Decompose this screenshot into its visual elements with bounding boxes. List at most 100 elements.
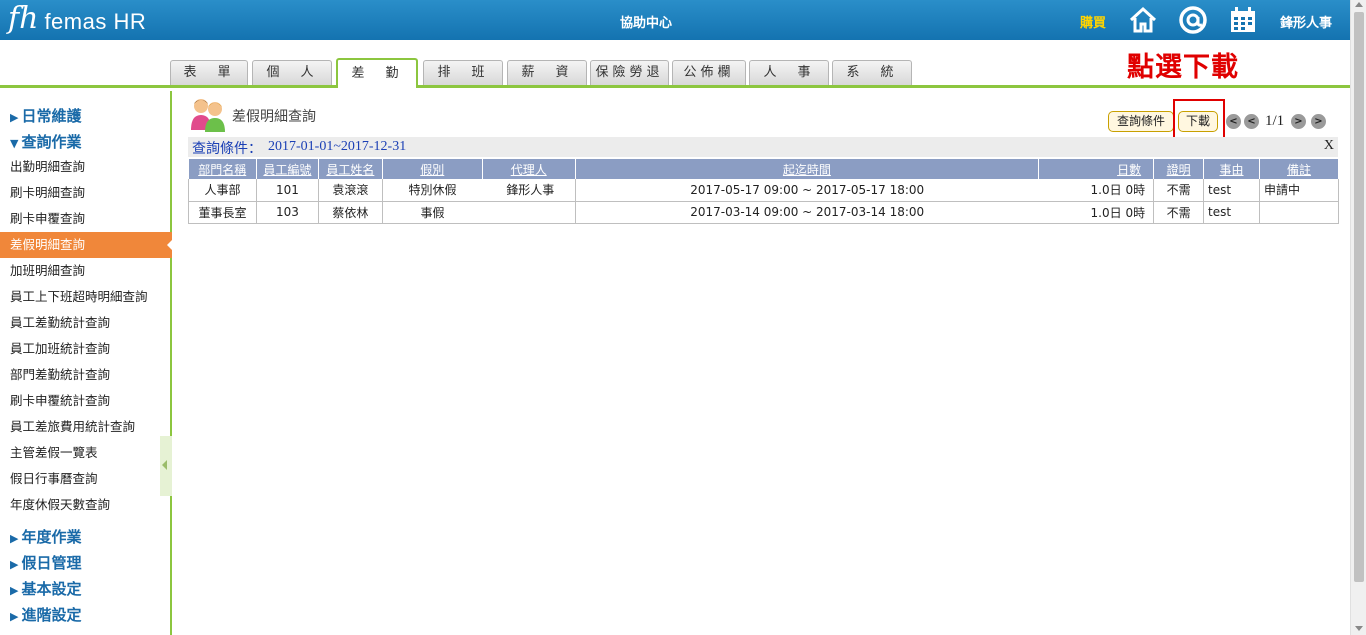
scroll-down-icon[interactable] xyxy=(1355,626,1363,631)
sidebar-section-label: 進階設定 xyxy=(21,606,82,624)
column-header[interactable]: 部門名稱 xyxy=(188,159,257,179)
chevron-right-icon: ▶ xyxy=(10,111,19,124)
sidebar-item-swipe-appeal[interactable]: 刷卡申覆查詢 xyxy=(0,206,170,232)
table-cell: 1.0日 0時 xyxy=(1038,201,1155,224)
tab-personal[interactable]: 個 人 xyxy=(252,60,332,85)
calendar-icon[interactable] xyxy=(1228,5,1258,35)
tab-forms[interactable]: 表 單 xyxy=(170,60,248,85)
main-tabs: 表 單 個 人 差 勤 排 班 薪 資 保險勞退 公佈欄 人 事 系 統 點選下… xyxy=(0,40,1350,88)
criteria-label: 查詢條件： xyxy=(192,141,262,157)
sidebar-section-label: 查詢作業 xyxy=(21,133,82,151)
table-cell: 蔡依林 xyxy=(318,201,383,224)
home-icon[interactable] xyxy=(1128,5,1158,35)
column-header[interactable]: 員工姓名 xyxy=(318,159,383,179)
email-icon[interactable] xyxy=(1178,5,1208,35)
logo-mark: fh xyxy=(8,1,39,36)
table-cell: 2017-05-17 09:00 ~ 2017-05-17 18:00 xyxy=(575,179,1039,202)
sidebar-item-swipe-appeal-stats[interactable]: 刷卡申覆統計查詢 xyxy=(0,388,170,414)
table-cell: 103 xyxy=(256,201,319,224)
table-cell: test xyxy=(1203,179,1261,202)
people-icon xyxy=(191,99,225,132)
tab-scheduling[interactable]: 排 班 xyxy=(423,60,503,85)
chevron-right-icon: ▶ xyxy=(10,532,19,545)
sidebar-item-attendance-detail[interactable]: 出勤明細查詢 xyxy=(0,154,170,180)
scroll-up-icon[interactable] xyxy=(1355,2,1363,7)
sidebar-section-label: 日常維護 xyxy=(21,107,82,125)
column-header[interactable]: 日數 xyxy=(1038,159,1155,179)
criteria-bar: 查詢條件： 2017-01-01~2017-12-31 X xyxy=(188,137,1338,157)
column-header[interactable]: 員工編號 xyxy=(256,159,319,179)
close-icon[interactable]: X xyxy=(1324,138,1334,154)
chevron-down-icon: ▼ xyxy=(10,137,19,150)
table-cell: 袁滾滾 xyxy=(318,179,383,202)
prev-page-icon[interactable]: < xyxy=(1244,114,1259,129)
tab-insurance[interactable]: 保險勞退 xyxy=(590,60,669,85)
criteria-value: 2017-01-01~2017-12-31 xyxy=(268,139,407,154)
page-scrollbar[interactable] xyxy=(1350,0,1366,635)
femas-logo[interactable]: fh femas HR xyxy=(8,4,146,34)
column-header[interactable]: 假別 xyxy=(382,159,483,179)
column-header[interactable]: 事由 xyxy=(1203,159,1261,179)
sidebar-item-overtime-detail[interactable]: 加班明細查詢 xyxy=(0,258,170,284)
sidebar-item-manager-leave-list[interactable]: 主管差假一覽表 xyxy=(0,440,170,466)
tab-attendance[interactable]: 差 勤 xyxy=(336,58,418,88)
table-cell xyxy=(482,201,576,224)
download-highlight-box xyxy=(1173,99,1225,139)
table-cell: 不需 xyxy=(1153,179,1205,202)
sidebar-item-annual-leave-days[interactable]: 年度休假天數查詢 xyxy=(0,492,170,518)
table-cell: 人事部 xyxy=(188,179,257,202)
tab-hr[interactable]: 人 事 xyxy=(749,60,829,85)
tab-bulletin[interactable]: 公佈欄 xyxy=(672,60,746,85)
sidebar-section-daily[interactable]: ▶ 日常維護 xyxy=(10,105,81,126)
table-cell: 101 xyxy=(256,179,319,202)
table-row[interactable]: 人事部 101 袁滾滾 特別休假 鋒形人事 2017-05-17 09:00 ~… xyxy=(188,179,1339,202)
table-cell: 事假 xyxy=(382,201,483,224)
first-page-icon[interactable]: < xyxy=(1226,114,1241,129)
table-cell: test xyxy=(1203,201,1261,224)
sidebar-section-holiday[interactable]: ▶ 假日管理 xyxy=(10,552,81,573)
column-header[interactable]: 備註 xyxy=(1259,159,1339,179)
sidebar-item-overtime-commute[interactable]: 員工上下班超時明細查詢 xyxy=(0,284,170,310)
scroll-thumb[interactable] xyxy=(1354,12,1364,582)
last-page-icon[interactable]: > xyxy=(1311,114,1326,129)
tab-salary[interactable]: 薪 資 xyxy=(507,60,587,85)
sidebar-section-basic[interactable]: ▶ 基本設定 xyxy=(10,578,81,599)
chevron-right-icon: ▶ xyxy=(10,584,19,597)
table-header-row: 部門名稱 員工編號 員工姓名 假別 代理人 起迄時間 日數 證明 事由 備註 xyxy=(188,159,1339,179)
column-header[interactable]: 證明 xyxy=(1153,159,1205,179)
table-cell: 董事長室 xyxy=(188,201,257,224)
column-header[interactable]: 起迄時間 xyxy=(575,159,1040,179)
sidebar-item-dept-attendance-stats[interactable]: 部門差勤統計查詢 xyxy=(0,362,170,388)
download-annotation: 點選下載 xyxy=(1127,52,1239,83)
table-cell: 不需 xyxy=(1153,201,1205,224)
table-cell: 1.0日 0時 xyxy=(1038,179,1155,202)
sidebar-item-leave-detail[interactable]: 差假明細查詢 xyxy=(0,232,173,258)
query-criteria-button[interactable]: 查詢條件 xyxy=(1108,111,1174,132)
table-row[interactable]: 董事長室 103 蔡依林 事假 2017-03-14 09:00 ~ 2017-… xyxy=(188,201,1339,224)
tab-system[interactable]: 系 統 xyxy=(832,60,912,85)
sidebar-section-label: 基本設定 xyxy=(21,580,82,598)
sidebar-item-travel-expense-stats[interactable]: 員工差旅費用統計查詢 xyxy=(0,414,170,440)
sidebar-section-query[interactable]: ▼ 查詢作業 xyxy=(10,131,81,152)
sidebar-item-swipe-detail[interactable]: 刷卡明細查詢 xyxy=(0,180,170,206)
top-bar: fh femas HR 協助中心 購買 鋒形人事 xyxy=(0,0,1350,40)
next-page-icon[interactable]: > xyxy=(1291,114,1306,129)
status-text xyxy=(1259,201,1339,224)
help-center-link[interactable]: 協助中心 xyxy=(620,12,672,31)
pagination-indicator: 1/1 xyxy=(1265,113,1285,129)
column-header[interactable]: 代理人 xyxy=(482,159,576,179)
sidebar-item-employee-attendance-stats[interactable]: 員工差勤統計查詢 xyxy=(0,310,170,336)
sidebar-section-label: 假日管理 xyxy=(21,554,82,572)
page-title: 差假明細查詢 xyxy=(232,109,316,125)
leave-detail-table: 部門名稱 員工編號 員工姓名 假別 代理人 起迄時間 日數 證明 事由 備註 人… xyxy=(188,159,1339,224)
sidebar-collapse-handle[interactable] xyxy=(160,436,172,496)
sidebar-section-annual[interactable]: ▶ 年度作業 xyxy=(10,526,81,547)
sidebar-item-employee-overtime-stats[interactable]: 員工加班統計查詢 xyxy=(0,336,170,362)
buy-link[interactable]: 購買 xyxy=(1080,12,1106,31)
table-cell: 鋒形人事 xyxy=(482,179,576,202)
user-name[interactable]: 鋒形人事 xyxy=(1280,12,1332,31)
chevron-right-icon: ▶ xyxy=(10,610,19,623)
sidebar-section-advanced[interactable]: ▶ 進階設定 xyxy=(10,604,81,625)
sidebar-item-holiday-calendar[interactable]: 假日行事曆查詢 xyxy=(0,466,170,492)
sidebar: ▶ 日常維護 ▼ 查詢作業 出勤明細查詢 刷卡明細查詢 刷卡申覆查詢 差假明細查詢 … xyxy=(0,91,173,635)
